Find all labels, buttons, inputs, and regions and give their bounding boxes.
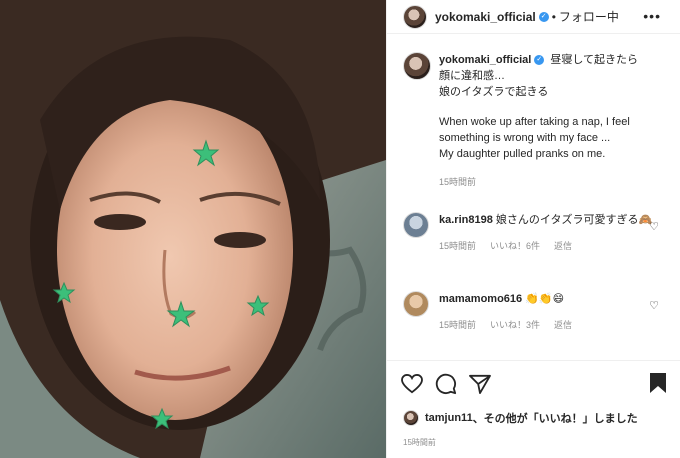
save-bookmark-icon[interactable] [649, 372, 667, 394]
comment-like-count[interactable]: いいね！6件 [490, 238, 540, 254]
comment-like-heart-icon[interactable]: ♡ [649, 299, 659, 312]
caption-text-line2: 顔に違和感… [439, 70, 505, 82]
caption-text-line3: 娘のイタズラで起きる [439, 86, 549, 98]
liker-username[interactable]: tamjun11 [425, 412, 473, 424]
caption-avatar[interactable] [403, 52, 431, 80]
like-heart-icon[interactable] [401, 374, 423, 394]
separator-dot: • [551, 9, 556, 24]
caption-text-line1: 昼寝して起きたら [550, 54, 639, 66]
caption-body: yokomaki_official ✓ 昼寝して起きたら 顔に違和感… 娘のイタズ… [439, 52, 638, 190]
follow-status-button[interactable]: フォロー中 [559, 8, 619, 25]
comment-text: 👏👏😄 [525, 293, 565, 305]
instagram-post: yokomaki_official ✓ • フォロー中 ••• yokomaki… [0, 0, 680, 458]
verified-badge-icon: ✓ [534, 55, 545, 66]
caption-english-line2: something is wrong with my face ... [439, 132, 611, 144]
comment-like-count[interactable]: いいね！3件 [490, 317, 540, 333]
caption-english-line1: When woke up after taking a nap, I feel [439, 116, 630, 128]
author-username[interactable]: yokomaki_official [435, 10, 536, 24]
comment-username[interactable]: mamamomo616 [439, 293, 522, 305]
post-header: yokomaki_official ✓ • フォロー中 ••• [387, 0, 680, 34]
commenter-avatar[interactable] [403, 291, 429, 317]
likes-text: 、その他が「いいね！」しました [472, 413, 638, 425]
comment-text: 娘さんのイタズラ可愛すぎる🙈 [495, 214, 653, 226]
comment-timestamp: 15時間前 [439, 320, 477, 330]
selfie-image [0, 0, 386, 458]
comment-like-heart-icon[interactable]: ♡ [649, 220, 659, 233]
author-avatar[interactable] [403, 4, 427, 29]
comment-item: mamamomo616 👏👏😄 15時間前 いいね！3件 返信 ♡ [403, 291, 673, 333]
caption-username[interactable]: yokomaki_official [439, 54, 531, 66]
action-divider [387, 360, 680, 361]
share-send-icon[interactable] [469, 374, 491, 394]
post-side-panel: yokomaki_official ✓ • フォロー中 ••• yokomaki… [386, 0, 680, 458]
post-actions-bar [401, 372, 671, 396]
comment-meta: 15時間前 いいね！6件 返信 [439, 238, 659, 254]
verified-badge-icon: ✓ [538, 11, 549, 22]
reply-button[interactable]: 返信 [554, 317, 572, 333]
comment-timestamp: 15時間前 [439, 241, 477, 251]
post-caption: yokomaki_official ✓ 昼寝して起きたら 顔に違和感… 娘のイタズ… [403, 52, 673, 190]
more-options-icon[interactable]: ••• [643, 8, 661, 24]
likes-summary: tamjun11 、その他が「いいね！」しました [403, 410, 638, 426]
post-timestamp: 15時間前 [403, 438, 436, 447]
caption-english-line3: My daughter pulled pranks on me. [439, 148, 606, 160]
comment-item: ka.rin8198 娘さんのイタズラ可愛すぎる🙈 15時間前 いいね！6件 返… [403, 212, 673, 254]
liker-avatar[interactable] [403, 410, 419, 426]
post-photo[interactable] [0, 0, 386, 458]
comment-body: ka.rin8198 娘さんのイタズラ可愛すぎる🙈 15時間前 いいね！6件 返… [439, 212, 659, 254]
comment-bubble-icon[interactable] [435, 373, 457, 395]
caption-timestamp: 15時間前 [439, 177, 477, 187]
comment-username[interactable]: ka.rin8198 [439, 214, 493, 226]
comment-meta: 15時間前 いいね！3件 返信 [439, 317, 659, 333]
reply-button[interactable]: 返信 [554, 238, 572, 254]
comment-body: mamamomo616 👏👏😄 15時間前 いいね！3件 返信 [439, 291, 659, 333]
commenter-avatar[interactable] [403, 212, 429, 238]
